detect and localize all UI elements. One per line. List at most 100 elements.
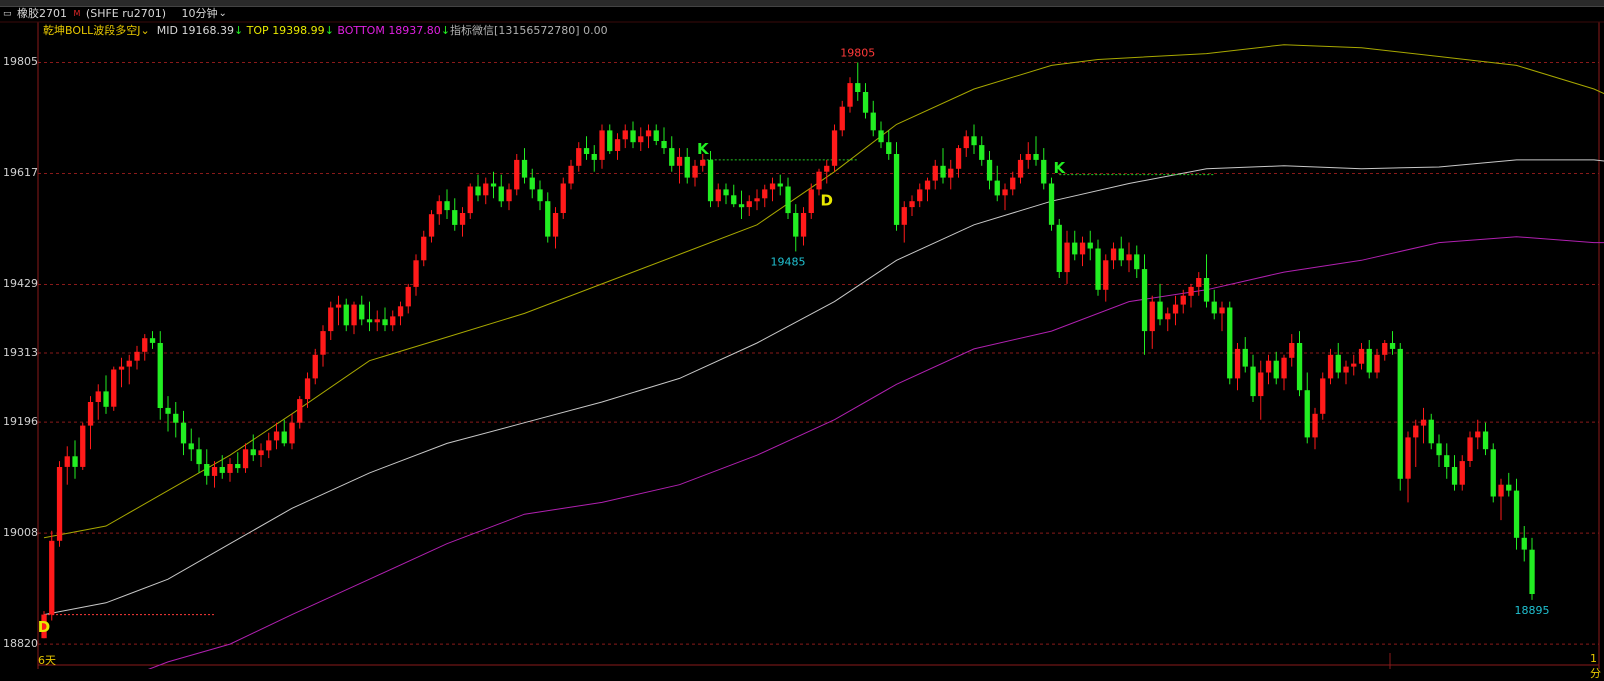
candle-body [297, 399, 303, 423]
candle-body [1219, 307, 1225, 314]
candle-body [1149, 301, 1155, 332]
candle-body [351, 304, 357, 326]
candle-body [444, 201, 450, 211]
candle-body [653, 130, 659, 141]
candle-body [1273, 360, 1279, 379]
candle-body [366, 319, 373, 323]
candle-body [1482, 431, 1489, 450]
candle-body [72, 456, 78, 467]
candle-body [421, 236, 427, 261]
candle-body [1436, 443, 1442, 456]
candle-body [924, 180, 931, 190]
candle-body [1141, 269, 1148, 332]
candle-body [1118, 248, 1124, 261]
candle-body [180, 422, 187, 444]
candle-body [1296, 343, 1303, 391]
candle-body [320, 331, 326, 355]
candle-body [1103, 260, 1109, 290]
candle-body [498, 186, 504, 202]
time-axis-right-label: 1分 [1590, 652, 1601, 680]
candle-body [1312, 413, 1318, 438]
candle-body [1017, 159, 1024, 178]
candle-body [614, 139, 621, 151]
candle-body [1211, 301, 1217, 314]
candle-body [95, 391, 101, 402]
candle-body [1056, 224, 1062, 272]
chart-annotation: K [697, 140, 710, 158]
candle-body [560, 183, 566, 213]
candle-body [862, 92, 869, 113]
candle-body [227, 464, 233, 473]
candle-body [289, 422, 295, 444]
candle-body [157, 343, 163, 408]
candle-body [1281, 357, 1287, 379]
candle-body [328, 307, 334, 332]
y-tick-label: 19617 [3, 166, 38, 180]
candle-body [343, 304, 349, 326]
candle-body [855, 83, 861, 92]
candle-body [661, 141, 667, 149]
candle-body [948, 168, 954, 178]
candle-body [1513, 490, 1520, 538]
candle-body [196, 449, 202, 465]
candle-body [521, 159, 528, 178]
candle-body [1343, 366, 1349, 373]
candle-body [235, 464, 241, 469]
y-tick-label: 19805 [3, 55, 38, 69]
y-tick-label: 19429 [3, 277, 38, 291]
candle-body [1234, 348, 1241, 379]
chart-annotation: D [821, 191, 833, 209]
candle-body [576, 148, 582, 166]
candle-body [266, 440, 272, 451]
candle-body [1250, 366, 1256, 397]
candle-body [428, 214, 435, 237]
candle-body [1242, 348, 1248, 367]
candle-body [870, 112, 876, 131]
candle-body [971, 136, 977, 146]
candle-body [87, 402, 94, 426]
candle-body [165, 407, 171, 414]
candle-body [769, 183, 776, 190]
candle-body [250, 449, 256, 456]
candle-body [1180, 295, 1186, 305]
candle-body [1072, 242, 1078, 255]
boll-mid-line [43, 159, 1604, 616]
candle-body [932, 165, 938, 181]
candle-body [118, 366, 125, 370]
candle-body [1265, 360, 1272, 373]
candle-body [1188, 286, 1194, 296]
candle-body [831, 130, 838, 166]
candle-body [1203, 278, 1210, 302]
candle-body [483, 183, 489, 196]
candle-body [723, 189, 729, 196]
candle-body [1304, 390, 1310, 438]
candle-body [901, 207, 907, 225]
candle-body [886, 142, 892, 154]
candle-body [738, 204, 745, 208]
candle-body [1529, 549, 1535, 594]
y-tick-label: 18820 [3, 637, 38, 651]
candle-body [994, 180, 1000, 196]
candle-body [545, 201, 551, 237]
candle-body [126, 360, 132, 367]
candle-body [1025, 154, 1031, 160]
candle-body [754, 198, 760, 202]
chart-annotation: D [38, 618, 50, 636]
candle-body [669, 148, 675, 166]
candle-body [1048, 183, 1055, 225]
candle-body [684, 156, 690, 178]
candle-body [219, 467, 225, 473]
price-chart[interactable]: 19805 19485 18895 K K D D [0, 0, 1604, 669]
candle-body [793, 213, 799, 237]
candle-body [909, 201, 915, 208]
time-axis-left-label: 6天 [38, 654, 56, 667]
candle-body [630, 130, 636, 143]
candle-body [382, 319, 388, 326]
candle-body [1397, 348, 1403, 479]
candle-body [824, 165, 830, 172]
candle-body [1475, 431, 1481, 438]
candle-body [1033, 154, 1039, 160]
candle-body [1289, 343, 1295, 358]
candle-body [1095, 248, 1101, 290]
candle-body [529, 177, 535, 190]
